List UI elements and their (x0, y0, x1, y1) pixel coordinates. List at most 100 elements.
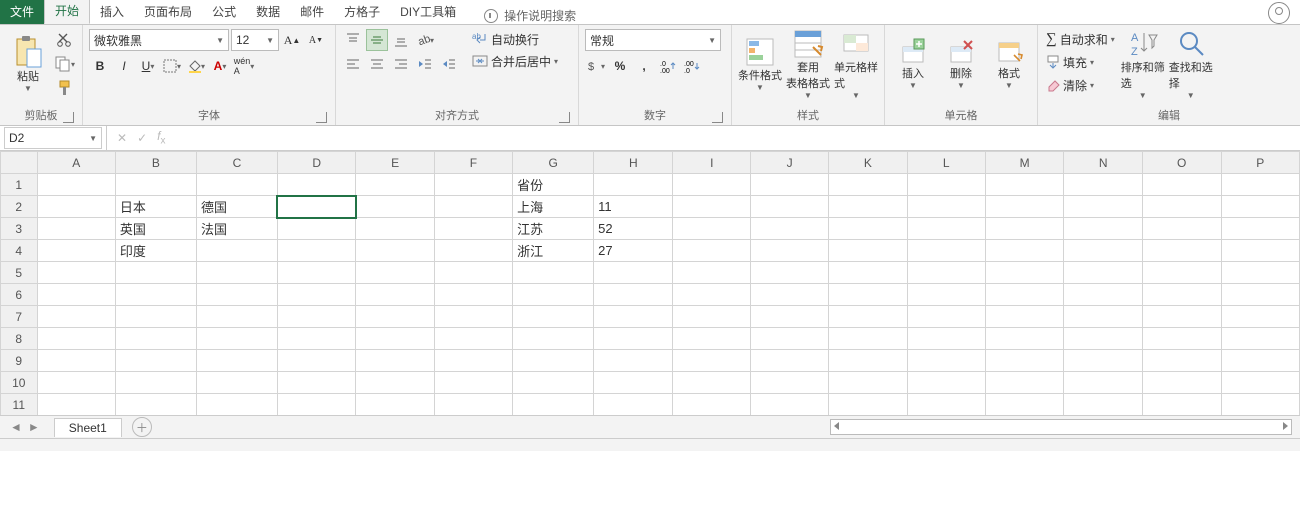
cell[interactable]: 印度 (115, 240, 196, 262)
cell[interactable] (115, 328, 196, 350)
align-center-button[interactable] (366, 53, 388, 75)
border-button[interactable]: ▾ (161, 55, 183, 77)
cell[interactable] (115, 394, 196, 416)
decrease-indent-button[interactable] (414, 53, 436, 75)
align-launcher[interactable] (559, 112, 570, 123)
cell[interactable] (513, 306, 594, 328)
cell[interactable] (434, 174, 512, 196)
cell[interactable] (1142, 350, 1221, 372)
cell[interactable] (1221, 240, 1300, 262)
cell[interactable] (751, 284, 829, 306)
cell[interactable] (985, 240, 1064, 262)
italic-button[interactable]: I (113, 55, 135, 77)
cell[interactable] (1142, 306, 1221, 328)
insert-cells-button[interactable]: 插入▼ (891, 29, 935, 99)
cell[interactable] (196, 350, 277, 372)
sort-filter-button[interactable]: AZ 排序和筛选▼ (1121, 29, 1165, 99)
sheet-grid[interactable]: ABCDEFGHIJKLMNOP 1省份2日本德国上海113英国法国江苏524印… (0, 151, 1300, 438)
cell[interactable] (1221, 394, 1300, 416)
cell[interactable] (1064, 240, 1142, 262)
increase-indent-button[interactable] (438, 53, 460, 75)
cell[interactable] (673, 306, 751, 328)
column-header[interactable]: K (829, 152, 907, 174)
column-header[interactable]: L (907, 152, 985, 174)
cell[interactable] (594, 372, 673, 394)
row-header[interactable]: 3 (1, 218, 38, 240)
align-bottom-button[interactable] (390, 29, 412, 51)
cell[interactable] (751, 196, 829, 218)
column-header[interactable]: B (115, 152, 196, 174)
cell[interactable] (673, 240, 751, 262)
cell[interactable] (434, 394, 512, 416)
cell[interactable] (1221, 350, 1300, 372)
cell[interactable] (1142, 328, 1221, 350)
cell[interactable] (829, 174, 907, 196)
merge-center-button[interactable]: 合并后居中▾ (470, 51, 560, 71)
cell[interactable] (356, 372, 434, 394)
cell[interactable] (1142, 196, 1221, 218)
cell[interactable] (277, 284, 355, 306)
cell[interactable]: 法国 (196, 218, 277, 240)
underline-button[interactable]: U▾ (137, 55, 159, 77)
cell[interactable] (37, 262, 115, 284)
number-format-combo[interactable]: 常规▼ (585, 29, 721, 51)
cell[interactable] (907, 372, 985, 394)
cell[interactable] (594, 306, 673, 328)
cell[interactable] (985, 196, 1064, 218)
comma-button[interactable]: , (633, 55, 655, 77)
name-box[interactable]: D2▼ (4, 127, 102, 149)
cell[interactable] (37, 196, 115, 218)
cell[interactable] (751, 218, 829, 240)
bold-button[interactable]: B (89, 55, 111, 77)
cell[interactable] (829, 306, 907, 328)
decrease-font-button[interactable]: A▼ (305, 29, 327, 51)
cell[interactable] (513, 350, 594, 372)
column-header[interactable]: O (1142, 152, 1221, 174)
sheet-tab[interactable]: Sheet1 (54, 418, 122, 437)
row-header[interactable]: 7 (1, 306, 38, 328)
cell[interactable] (356, 218, 434, 240)
cell[interactable] (1064, 372, 1142, 394)
cell[interactable] (1064, 328, 1142, 350)
cell[interactable] (751, 394, 829, 416)
cell[interactable] (829, 240, 907, 262)
cell[interactable] (434, 328, 512, 350)
format-as-table-button[interactable]: 套用 表格格式▼ (786, 29, 830, 99)
cell[interactable] (1064, 350, 1142, 372)
format-painter-button[interactable] (54, 77, 76, 99)
cell[interactable] (751, 262, 829, 284)
cell[interactable] (673, 284, 751, 306)
cell-styles-button[interactable]: 单元格样式▼ (834, 29, 878, 99)
cell[interactable] (907, 350, 985, 372)
cell[interactable] (434, 372, 512, 394)
cell[interactable] (673, 350, 751, 372)
tab-mail[interactable]: 邮件 (290, 0, 334, 24)
cell[interactable] (1221, 174, 1300, 196)
cell[interactable] (513, 262, 594, 284)
cell[interactable] (751, 174, 829, 196)
cell[interactable] (434, 196, 512, 218)
cell[interactable]: 江苏 (513, 218, 594, 240)
cell[interactable] (37, 394, 115, 416)
cell[interactable] (907, 306, 985, 328)
cancel-formula-button[interactable]: ✕ (117, 131, 127, 145)
cell[interactable] (829, 262, 907, 284)
cell[interactable] (985, 350, 1064, 372)
number-launcher[interactable] (712, 112, 723, 123)
cell[interactable] (115, 350, 196, 372)
cell[interactable] (907, 240, 985, 262)
cell[interactable] (1142, 394, 1221, 416)
cell[interactable] (1142, 240, 1221, 262)
cell[interactable] (196, 174, 277, 196)
clear-button[interactable]: 清除▾ (1044, 75, 1117, 95)
cell[interactable] (985, 218, 1064, 240)
cell[interactable] (37, 240, 115, 262)
align-right-button[interactable] (390, 53, 412, 75)
cell[interactable] (1221, 196, 1300, 218)
cell[interactable] (1064, 262, 1142, 284)
cell[interactable] (829, 372, 907, 394)
row-header[interactable]: 9 (1, 350, 38, 372)
cell[interactable] (277, 306, 355, 328)
tab-page-layout[interactable]: 页面布局 (134, 0, 202, 24)
cell[interactable] (829, 196, 907, 218)
